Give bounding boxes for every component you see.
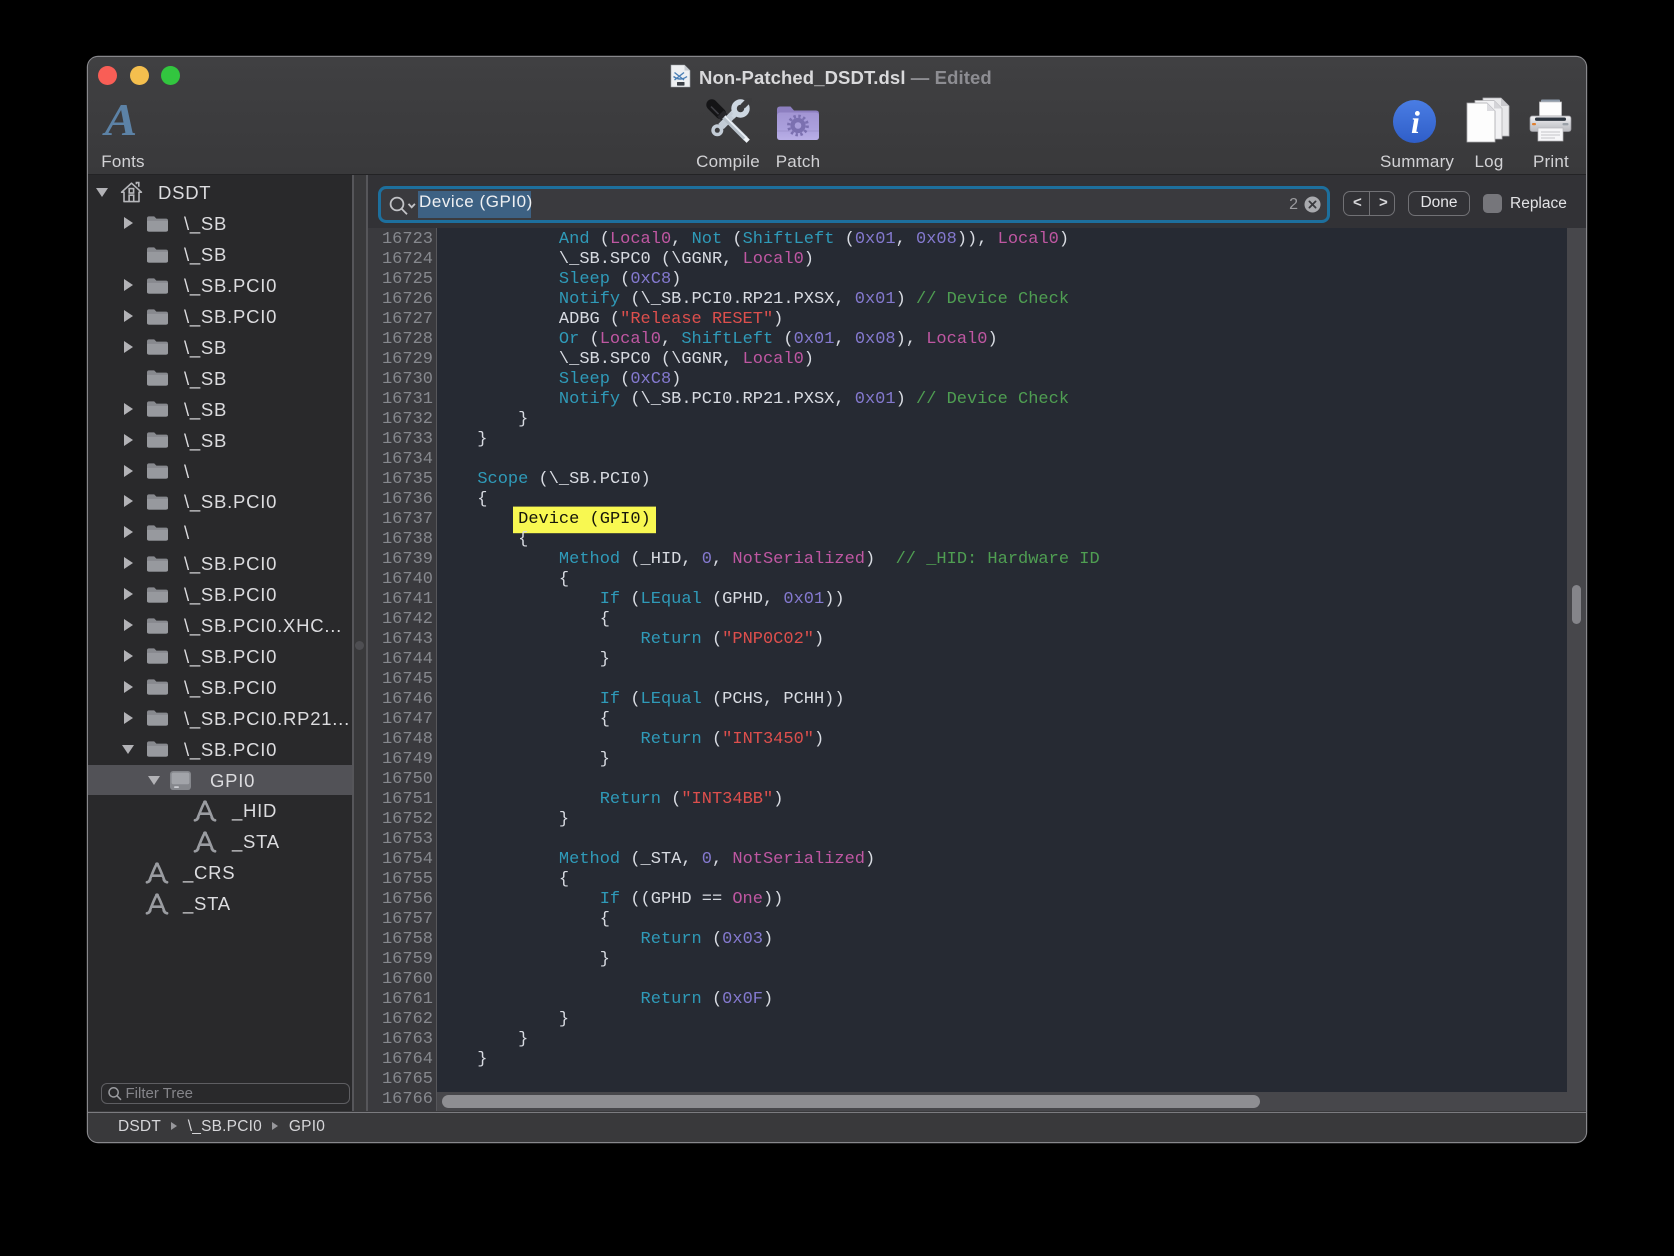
svg-text:i: i (1411, 104, 1420, 140)
